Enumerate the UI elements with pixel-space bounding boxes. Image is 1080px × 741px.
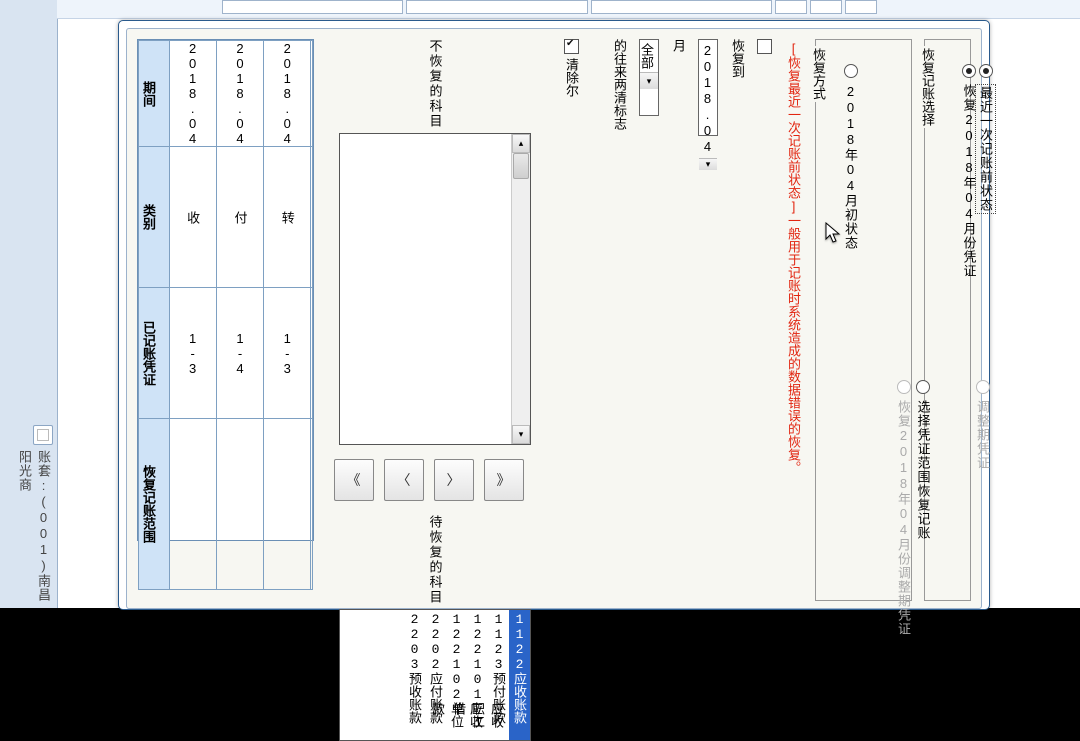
list-item[interactable]: 1122应收账款: [509, 610, 530, 740]
toolbar-fields: [222, 0, 880, 15]
table-cell[interactable]: [169, 419, 216, 590]
restore-to-row: 恢复到 2018.04 ▾ 月 全部 ▾ 的往来两清标志 清除尔: [543, 39, 772, 608]
radio-label: 选择凭证范围恢复记账: [914, 400, 933, 540]
table-cell: [311, 41, 313, 147]
move-all-right-button[interactable]: 》: [484, 459, 524, 501]
table-cell: 2018.04: [169, 41, 216, 147]
move-arrows: 《 〈 〉 》: [326, 455, 531, 505]
dialog-client: 恢复记账选择 恢复2018年04月份凭证 调整期凭证: [126, 28, 982, 609]
to-restore-listbox[interactable]: 1122应收账款1123预付账款122101应收职工借122102应收单位款22…: [339, 609, 531, 741]
dropdown-arrow-icon: ▾: [640, 72, 658, 89]
right-list-label: 待恢复的科目: [426, 515, 445, 605]
item-code: 2202: [428, 612, 443, 672]
item-code: 1123: [491, 612, 506, 672]
checkbox-restore-to[interactable]: [757, 39, 772, 54]
table-cell[interactable]: [264, 419, 311, 590]
type-value: 全部: [640, 40, 658, 72]
table-cell: 转: [264, 147, 311, 288]
radio-month-start[interactable]: 2018年04月初状态: [824, 64, 877, 250]
item-code: 1122: [512, 612, 527, 672]
dropdown-arrow-icon: ▾: [699, 158, 717, 170]
account-set-label: 账套:(001)南昌阳光商: [31, 450, 53, 605]
list-item[interactable]: 2203预收账款: [404, 610, 425, 740]
period-value: 2018.04: [699, 40, 717, 158]
checkbox-clear[interactable]: [564, 39, 579, 54]
toolbar-box[interactable]: [845, 0, 877, 14]
radio-dot-icon: [916, 380, 930, 394]
table-cell: 1-4: [216, 288, 263, 419]
table-cell[interactable]: [216, 419, 263, 590]
item-name: 预收账款: [405, 672, 424, 724]
list-items: [340, 134, 511, 444]
list-item[interactable]: 122101应收职工借: [467, 610, 488, 740]
item-code: 2203: [407, 612, 422, 672]
table-cell: 1-3: [264, 288, 311, 419]
radio-last-state[interactable]: 最近一次记账前状态: [899, 64, 1072, 214]
table-cell: 2018.04: [216, 41, 263, 147]
toolbar-box[interactable]: [775, 0, 807, 14]
table-cell: [311, 288, 313, 419]
item-name: 预付账款: [489, 672, 508, 724]
table-cell: [311, 419, 313, 590]
move-one-right-button[interactable]: 〉: [434, 459, 474, 501]
col-range: 恢复记账范围: [139, 465, 158, 543]
taskbar-app-icon[interactable]: [33, 425, 53, 445]
item-code: 122101: [470, 612, 485, 702]
col-posted: 已记账凭证: [139, 321, 158, 386]
left-dock: 账套:(001)南昌阳光商: [0, 0, 58, 608]
clear-label: 清除尔: [562, 58, 581, 97]
move-one-left-button[interactable]: 〈: [384, 459, 424, 501]
toolbar-box[interactable]: [810, 0, 842, 14]
unit-label: 月: [669, 39, 688, 52]
radio-select-range[interactable]: 选择凭证范围恢复记账: [828, 380, 1018, 540]
table-cell: 收: [169, 147, 216, 288]
viewport: 账套:(001)南昌阳光商 恢复记账选择 恢复2018年04月份凭证: [0, 0, 1080, 608]
item-name: 应收账款: [510, 672, 529, 724]
radio-dot-icon: [844, 64, 858, 78]
period-select[interactable]: 2018.04 ▾: [698, 39, 718, 136]
toolbar-box[interactable]: [591, 0, 772, 14]
toolbar-box[interactable]: [406, 0, 587, 14]
type-select[interactable]: 全部 ▾: [639, 39, 659, 116]
move-all-left-button[interactable]: 《: [334, 459, 374, 501]
table-cell: 1-3: [169, 288, 216, 419]
scroll-track[interactable]: [512, 179, 530, 425]
voucher-table: 期间 2018.04 2018.04 2018.04 类别 收 付 转: [137, 39, 314, 541]
scroll-down-icon[interactable]: ▾: [512, 425, 530, 444]
table-cell: 付: [216, 147, 263, 288]
radio-label: 最近一次记账前状态: [975, 84, 996, 214]
radio-dot-icon: [979, 64, 993, 78]
col-category: 类别: [139, 190, 158, 245]
top-toolbar: [57, 0, 1080, 19]
restore-dialog: 恢复记账选择 恢复2018年04月份凭证 调整期凭证: [118, 20, 990, 610]
scroll-up-icon[interactable]: ▴: [512, 134, 530, 153]
table-cell: [311, 147, 313, 288]
col-period: 期间: [139, 66, 158, 121]
warning-hint: [恢复最近一次记账前状态]一般用于记账时系统造成的数据错误的恢复。: [784, 39, 803, 608]
scrollbar[interactable]: ▴ ▾: [511, 134, 530, 444]
restore-to-label: 恢复到: [728, 39, 747, 78]
not-restore-listbox[interactable]: ▴ ▾: [339, 133, 531, 445]
list-item[interactable]: 1123预付账款: [488, 610, 509, 740]
scroll-thumb[interactable]: [513, 153, 529, 179]
group-title: 恢复方式: [809, 46, 828, 102]
item-code: 122102: [449, 612, 464, 702]
toolbar-box[interactable]: [222, 0, 403, 14]
group-restore-method: 恢复方式 最近一次记账前状态 2018年04月初状态: [815, 39, 912, 601]
list-items: 1122应收账款1123预付账款122101应收职工借122102应收单位款22…: [340, 610, 530, 740]
suffix-label: 的往来两清标志: [610, 39, 629, 130]
radio-label: 2018年04月初状态: [841, 84, 860, 250]
table-cell: 2018.04: [264, 41, 311, 147]
left-list-label: 不恢复的科目: [426, 39, 445, 129]
